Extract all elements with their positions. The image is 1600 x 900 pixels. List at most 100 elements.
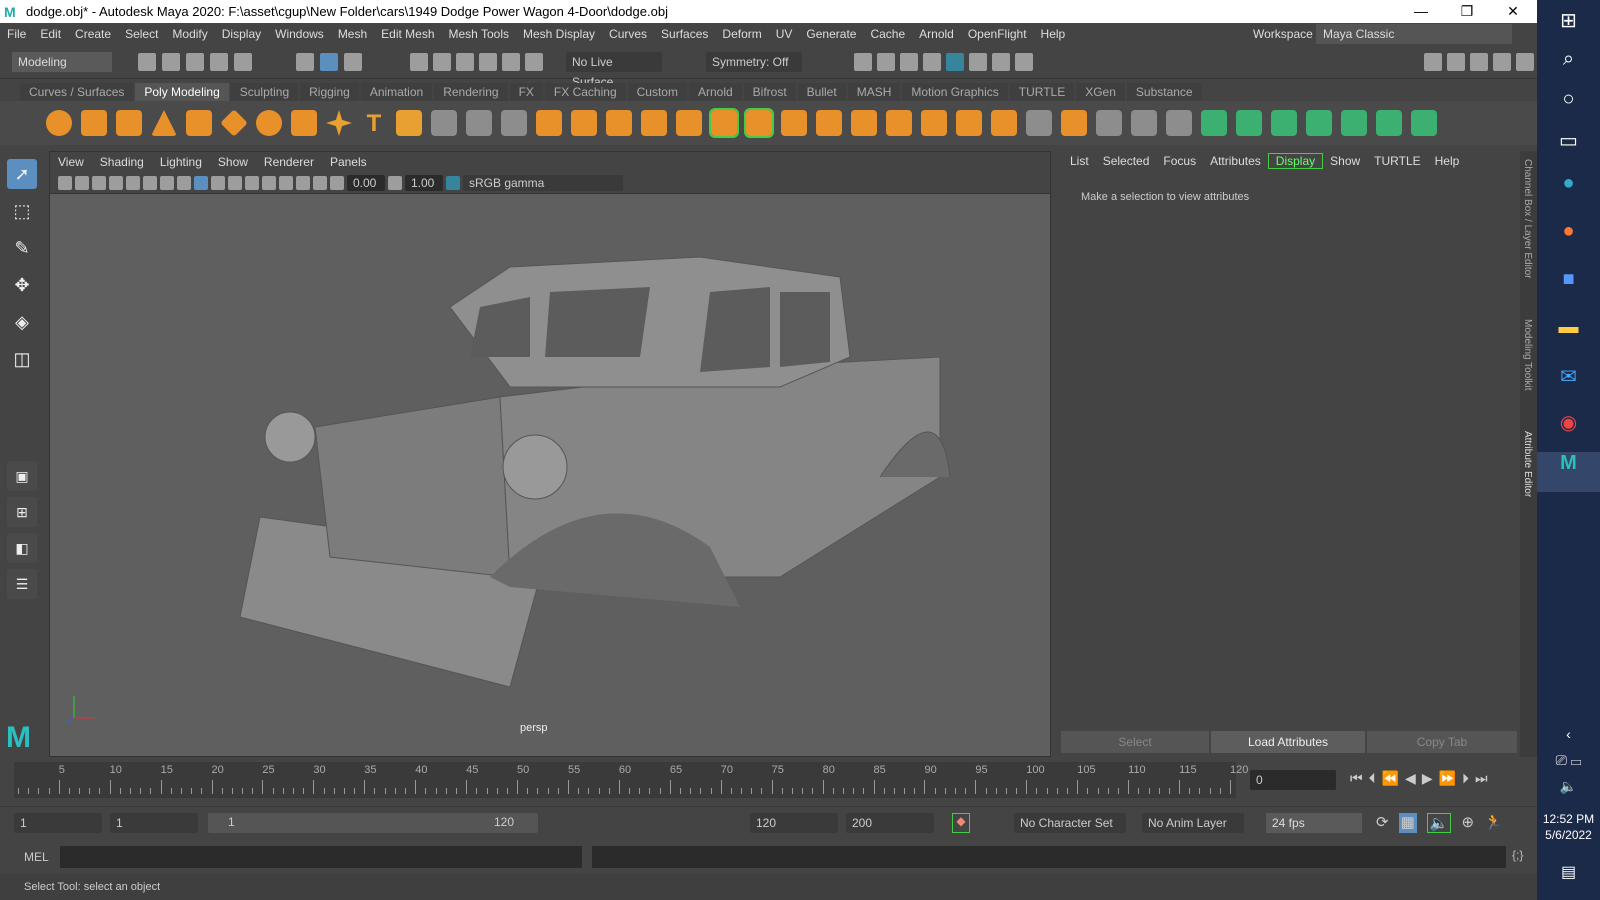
separate-icon[interactable] (536, 110, 562, 136)
select-tool-icon[interactable]: ➚ (7, 159, 37, 189)
poly-plane-icon[interactable] (220, 109, 248, 137)
anim-end-field[interactable]: 120 (750, 813, 838, 833)
textured-icon[interactable] (228, 175, 242, 190)
sound-icon[interactable]: 🔈 (1426, 813, 1452, 833)
image-plane-icon[interactable] (109, 175, 123, 190)
maya-taskbar-icon[interactable]: M (1537, 452, 1600, 492)
isolate-select-icon[interactable] (296, 175, 310, 190)
task-view-icon[interactable]: ▭ (1537, 128, 1600, 153)
shadows-icon[interactable] (262, 175, 276, 190)
attribute-editor-tab[interactable]: Attribute Editor (1522, 431, 1533, 497)
snap-view-icon[interactable] (479, 53, 497, 71)
xray-icon[interactable] (313, 175, 327, 190)
menu-help[interactable]: Help (1034, 27, 1073, 41)
menu-deform[interactable]: Deform (715, 27, 768, 41)
menu-cache[interactable]: Cache (863, 27, 912, 41)
select-button[interactable]: Select (1061, 731, 1209, 753)
automatic-map-icon[interactable] (1341, 110, 1367, 136)
step-back-frame-icon[interactable]: ⏴ (1369, 770, 1376, 787)
shelf-tab[interactable]: Custom (627, 83, 687, 101)
undo-icon[interactable] (210, 53, 228, 71)
ae-menu-show[interactable]: Show (1323, 154, 1367, 168)
end-time-field[interactable]: 200 (846, 813, 934, 833)
quad-draw-icon[interactable] (1166, 110, 1192, 136)
snap-grid-icon[interactable] (410, 53, 428, 71)
save-scene-icon[interactable] (186, 53, 204, 71)
menu-file[interactable]: File (0, 27, 33, 41)
extract-icon[interactable] (571, 110, 597, 136)
rotate-tool-icon[interactable]: ◈ (7, 307, 37, 337)
cortana-icon[interactable]: ○ (1537, 88, 1600, 111)
mirror-icon[interactable] (606, 110, 632, 136)
film-gate-icon[interactable] (143, 175, 157, 190)
attribute-editor-toggle-icon[interactable] (1470, 53, 1488, 71)
animation-preferences-icon[interactable]: ⊕ (1461, 813, 1474, 833)
menu-edit-mesh[interactable]: Edit Mesh (374, 27, 441, 41)
go-to-end-icon[interactable]: ⏭ (1475, 770, 1488, 787)
snap-curve-icon[interactable] (433, 53, 451, 71)
shelf-tab[interactable]: FX Caching (544, 83, 626, 101)
edge-icon[interactable]: ● (1537, 172, 1600, 195)
go-to-start-icon[interactable]: ⏮ (1350, 770, 1363, 787)
mel-label[interactable]: MEL (24, 850, 49, 864)
live-surface-field[interactable]: No Live Surface (566, 52, 662, 89)
close-button[interactable]: ✕ (1490, 0, 1536, 23)
menu-create[interactable]: Create (68, 27, 118, 41)
ae-menu-focus[interactable]: Focus (1156, 154, 1203, 168)
bookmark-icon[interactable] (92, 175, 106, 190)
spherical-map-icon[interactable] (1306, 110, 1332, 136)
menu-set-dropdown[interactable]: Modeling (12, 52, 112, 72)
poly-torus-icon[interactable] (186, 110, 212, 136)
shelf-tab[interactable]: FX (509, 83, 543, 101)
play-forwards-icon[interactable]: ▶ (1422, 770, 1433, 787)
poke-icon[interactable] (991, 110, 1017, 136)
menu-mesh-tools[interactable]: Mesh Tools (442, 27, 516, 41)
new-scene-icon[interactable] (138, 53, 156, 71)
anim-layer-dropdown[interactable]: No Anim Layer (1142, 813, 1244, 833)
auto-key-icon[interactable]: ◆ (952, 813, 970, 833)
shelf-tab[interactable]: Bifrost (743, 83, 796, 101)
ae-menu-help[interactable]: Help (1428, 154, 1467, 168)
modeling-toolkit-tab[interactable]: Modeling Toolkit (1522, 319, 1533, 391)
pause-icon[interactable] (1015, 53, 1033, 71)
workspace-dropdown[interactable]: Maya Classic (1316, 24, 1512, 44)
character-icon[interactable]: 🏃 (1484, 813, 1503, 833)
menu-display[interactable]: Display (215, 27, 268, 41)
uv-editor-icon[interactable] (1201, 110, 1227, 136)
channel-box-tab[interactable]: Channel Box / Layer Editor (1522, 159, 1533, 279)
windows-start-icon[interactable]: ⊞ (1537, 8, 1600, 33)
four-view-layout-icon[interactable]: ⊞ (7, 497, 37, 527)
cache-playback-icon[interactable]: ▦ (1398, 813, 1417, 833)
step-back-key-icon[interactable]: ⏪ (1382, 770, 1399, 787)
viewport-menu-lighting[interactable]: Lighting (152, 155, 210, 169)
character-controls-icon[interactable] (1447, 53, 1465, 71)
redo-icon[interactable] (234, 53, 252, 71)
shelf-tab[interactable]: Curves / Surfaces (20, 83, 134, 101)
paint-select-tool-icon[interactable]: ✎ (7, 233, 37, 263)
clock-date[interactable]: 5/6/2022 (1537, 828, 1600, 842)
show-hidden-icons-icon[interactable]: ‹ (1537, 726, 1600, 742)
poly-cylinder-icon[interactable] (116, 110, 142, 136)
shelf-tab[interactable]: Rigging (300, 83, 359, 101)
shelf-tab[interactable]: Substance (1126, 83, 1202, 101)
time-slider-ruler[interactable]: 5 10 15 20 25 30 35 40 45 50 55 60 65 70 75 80 85 90 95 100… (14, 762, 1248, 798)
snap-surface-icon[interactable] (502, 53, 520, 71)
copy-tab-button[interactable]: Copy Tab (1367, 731, 1517, 753)
menu-arnold[interactable]: Arnold (912, 27, 961, 41)
move-tool-icon[interactable]: ✥ (7, 270, 37, 300)
shelf-tab[interactable]: MASH (847, 83, 901, 101)
current-frame-field[interactable]: 0 (1250, 770, 1336, 790)
super-shape-icon[interactable] (326, 110, 352, 136)
add-divisions-icon[interactable] (886, 110, 912, 136)
platonic-solid-icon[interactable] (291, 110, 317, 136)
cylindrical-map-icon[interactable] (1271, 110, 1297, 136)
planar-map-icon[interactable] (1236, 110, 1262, 136)
menu-modify[interactable]: Modify (165, 27, 214, 41)
unfold-icon[interactable] (1376, 110, 1402, 136)
ae-menu-attributes[interactable]: Attributes (1203, 154, 1268, 168)
viewport-menu-shading[interactable]: Shading (92, 155, 152, 169)
menu-curves[interactable]: Curves (602, 27, 654, 41)
smooth-shade-icon[interactable] (194, 175, 208, 190)
wireframe-icon[interactable] (177, 175, 191, 190)
channel-box-toggle-icon[interactable] (1516, 53, 1534, 71)
